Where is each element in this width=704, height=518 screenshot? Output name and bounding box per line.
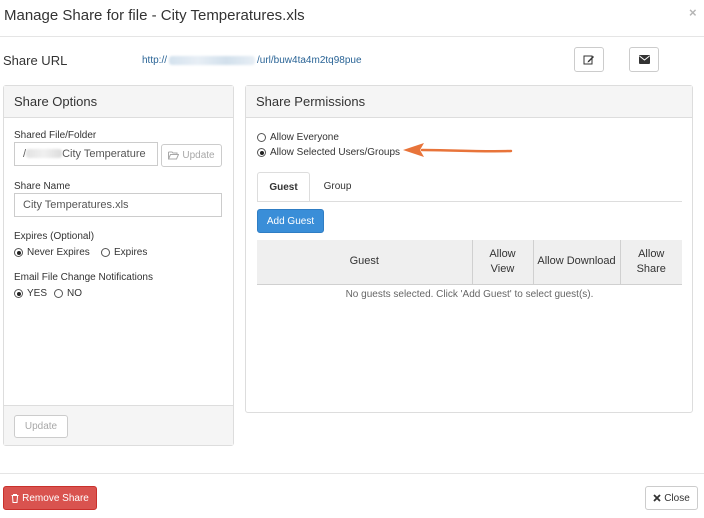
dialog-title: Manage Share for file - City Temperature… — [4, 7, 305, 24]
radio-never-expires-dot — [14, 248, 23, 257]
remove-share-button[interactable]: Remove Share — [3, 486, 97, 510]
share-url-link[interactable]: http:// /url/buw4ta4m2tq98pue — [142, 55, 362, 66]
tab-group[interactable]: Group — [310, 172, 365, 202]
share-options-footer: Update — [4, 405, 233, 445]
footer-divider — [0, 473, 704, 474]
radio-notify-yes[interactable]: YES — [14, 288, 47, 299]
radio-allow-everyone-dot — [257, 133, 266, 142]
share-options-panel: Share Options Shared File/Folder / City T… — [3, 85, 234, 446]
update-share-button[interactable]: Update — [14, 415, 68, 438]
expires-option-label: Expires — [114, 247, 148, 258]
col-allow-download: Allow Download — [532, 240, 620, 284]
radio-expires-dot — [101, 248, 110, 257]
remove-share-label: Remove Share — [22, 492, 89, 504]
empty-message: No guests selected. Click 'Add Guest' to… — [345, 288, 594, 300]
folder-open-icon — [168, 151, 180, 160]
envelope-icon — [638, 55, 650, 64]
radio-allow-selected[interactable]: Allow Selected Users/Groups — [257, 147, 400, 158]
col-allow-view: Allow View — [471, 240, 533, 284]
share-name-input[interactable]: City Temperatures.xls — [14, 193, 222, 217]
email-url-button[interactable] — [629, 47, 659, 72]
radio-never-expires[interactable]: Never Expires — [14, 247, 90, 258]
share-name-label: Share Name — [14, 181, 71, 192]
annotation-arrow-icon — [403, 143, 513, 157]
header-divider — [0, 36, 704, 37]
notify-no-label: NO — [67, 288, 82, 299]
update-share-button-label: Update — [24, 421, 58, 432]
update-file-button-label: Update — [182, 150, 215, 161]
close-button-label: Close — [664, 492, 690, 504]
radio-allow-selected-dot — [257, 148, 266, 157]
shared-file-field[interactable]: / City Temperature — [14, 142, 158, 166]
redacted-path — [26, 149, 63, 158]
shared-file-label: Shared File/Folder — [14, 130, 97, 141]
close-icon — [653, 494, 661, 502]
col-guest: Guest — [257, 240, 472, 284]
notify-label: Email File Change Notifications — [14, 272, 153, 283]
table-header-row: Guest Allow View Allow Download Allow Sh… — [257, 240, 682, 284]
table-empty-row: No guests selected. Click 'Add Guest' to… — [257, 284, 682, 300]
radio-allow-everyone[interactable]: Allow Everyone — [257, 132, 339, 143]
close-button[interactable]: Close — [645, 486, 698, 510]
edit-icon — [583, 55, 594, 64]
tab-guest[interactable]: Guest — [257, 172, 310, 202]
redacted-host — [169, 56, 256, 65]
share-url-label: Share URL — [3, 53, 68, 68]
tab-divider — [257, 201, 682, 202]
col-allow-share: Allow Share — [619, 240, 682, 284]
share-url-prefix: http:// — [142, 55, 168, 66]
radio-notify-no[interactable]: NO — [54, 288, 82, 299]
share-options-title: Share Options — [4, 86, 233, 118]
guest-table: Guest Allow View Allow Download Allow Sh… — [257, 240, 682, 300]
share-url-suffix: /url/buw4ta4m2tq98pue — [257, 55, 362, 66]
shared-file-value-end: City Temperature — [62, 148, 146, 160]
share-permissions-title: Share Permissions — [246, 86, 692, 118]
radio-notify-yes-dot — [14, 289, 23, 298]
edit-url-button[interactable] — [574, 47, 604, 72]
radio-notify-no-dot — [54, 289, 63, 298]
allow-selected-label: Allow Selected Users/Groups — [270, 147, 401, 158]
never-expires-label: Never Expires — [27, 247, 90, 258]
add-guest-button[interactable]: Add Guest — [257, 209, 324, 233]
allow-everyone-label: Allow Everyone — [270, 132, 339, 143]
radio-expires[interactable]: Expires — [101, 247, 147, 258]
trash-icon — [11, 493, 19, 503]
update-file-button[interactable]: Update — [161, 144, 222, 167]
expires-label: Expires (Optional) — [14, 231, 95, 242]
notify-yes-label: YES — [27, 288, 48, 299]
share-permissions-panel: Share Permissions Allow Everyone Allow S… — [245, 85, 693, 413]
close-icon[interactable]: × — [689, 5, 697, 20]
